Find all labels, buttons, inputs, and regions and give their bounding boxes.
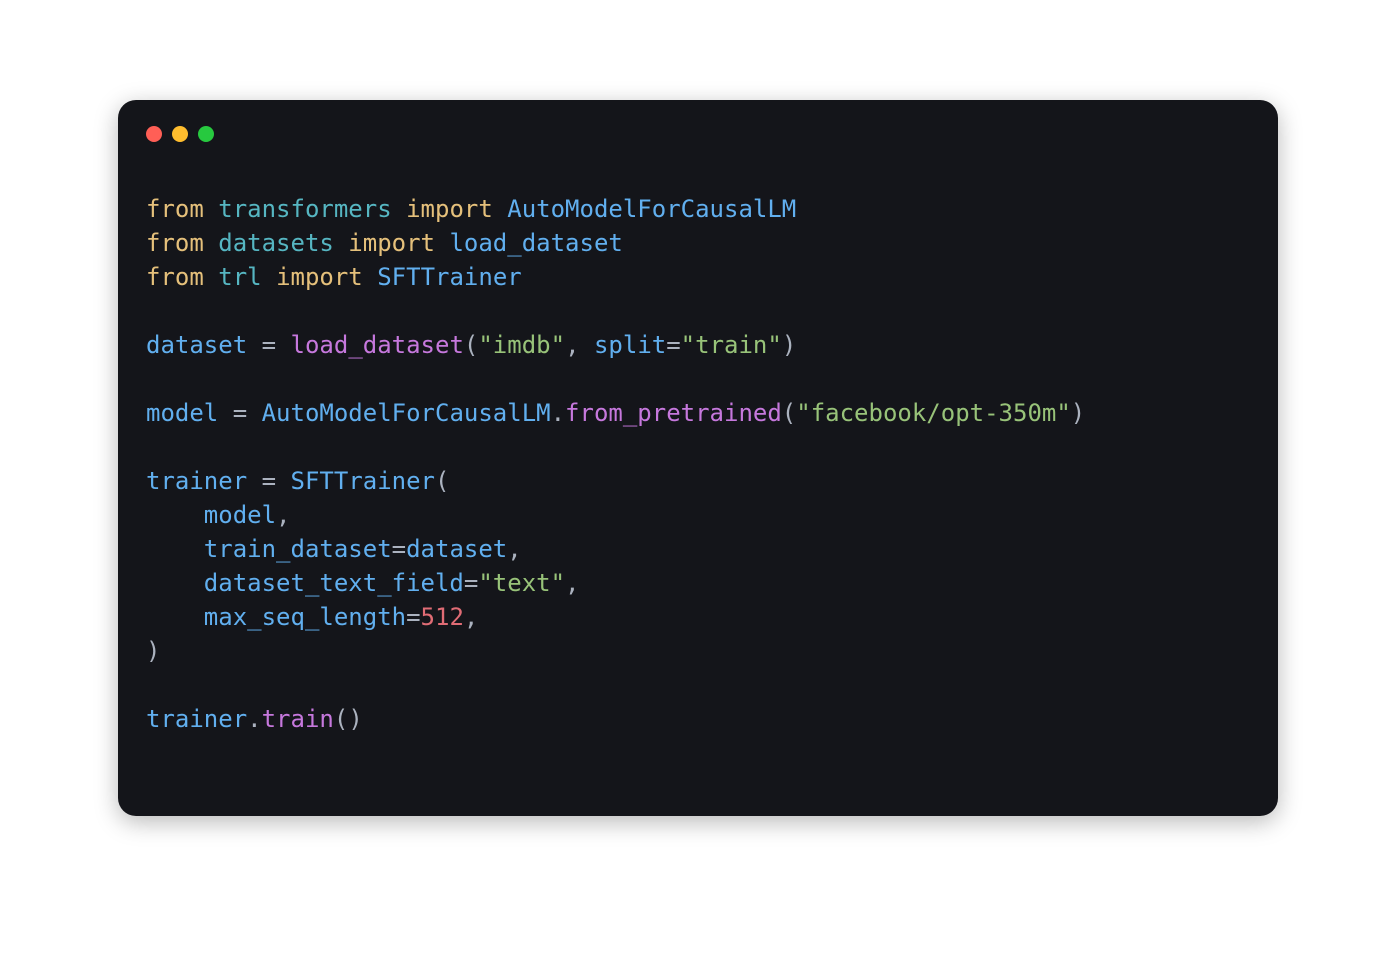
- code-window: from transformers import AutoModelForCau…: [118, 100, 1278, 816]
- cls-sfttrainer: SFTTrainer: [291, 467, 436, 495]
- call-from-pretrained: from_pretrained: [565, 399, 782, 427]
- keyword-import: import: [406, 195, 493, 223]
- keyword-from: from: [146, 229, 204, 257]
- dot: .: [247, 705, 261, 733]
- var-trainer: trainer: [146, 467, 247, 495]
- str-train: "train": [681, 331, 782, 359]
- num-512: 512: [421, 603, 464, 631]
- op-eq: =: [247, 467, 290, 495]
- module-trl: trl: [218, 263, 261, 291]
- str-text: "text": [478, 569, 565, 597]
- close-icon[interactable]: [146, 126, 162, 142]
- rparen: ): [782, 331, 796, 359]
- symbol-sfttrainer: SFTTrainer: [377, 263, 522, 291]
- dot: .: [551, 399, 565, 427]
- str-imdb: "imdb": [478, 331, 565, 359]
- arg-dataset: dataset: [406, 535, 507, 563]
- module-transformers: transformers: [218, 195, 391, 223]
- code-block: from transformers import AutoModelForCau…: [118, 150, 1278, 764]
- kwarg-split: split: [594, 331, 666, 359]
- cls-automodel: AutoModelForCausalLM: [262, 399, 551, 427]
- kwarg-train-dataset: train_dataset: [204, 535, 392, 563]
- op-eq-tight: =: [464, 569, 478, 597]
- arg-model: model: [204, 501, 276, 529]
- rparen: ): [1071, 399, 1085, 427]
- indent: [146, 569, 204, 597]
- var-dataset: dataset: [146, 331, 247, 359]
- lparen: (: [464, 331, 478, 359]
- op-eq-tight: =: [666, 331, 680, 359]
- indent: [146, 501, 204, 529]
- comma: ,: [565, 331, 579, 359]
- minimize-icon[interactable]: [172, 126, 188, 142]
- keyword-from: from: [146, 195, 204, 223]
- op-eq-tight: =: [392, 535, 406, 563]
- op-eq: =: [218, 399, 261, 427]
- comma: ,: [507, 535, 521, 563]
- lparen: (: [435, 467, 449, 495]
- comma: ,: [276, 501, 290, 529]
- page: from transformers import AutoModelForCau…: [0, 0, 1396, 968]
- symbol-load-dataset: load_dataset: [449, 229, 622, 257]
- module-datasets: datasets: [218, 229, 334, 257]
- lparen: (: [334, 705, 348, 733]
- indent: [146, 535, 204, 563]
- kwarg-max-seq-length: max_seq_length: [204, 603, 406, 631]
- rparen: ): [146, 637, 160, 665]
- str-fb-opt: "facebook/opt-350m": [796, 399, 1071, 427]
- symbol-automodel: AutoModelForCausalLM: [507, 195, 796, 223]
- zoom-icon[interactable]: [198, 126, 214, 142]
- var-model: model: [146, 399, 218, 427]
- keyword-import: import: [276, 263, 363, 291]
- kwarg-dataset-text-field: dataset_text_field: [204, 569, 464, 597]
- rparen: ): [348, 705, 362, 733]
- var-trainer: trainer: [146, 705, 247, 733]
- comma: ,: [565, 569, 579, 597]
- indent: [146, 603, 204, 631]
- call-load-dataset: load_dataset: [291, 331, 464, 359]
- lparen: (: [782, 399, 796, 427]
- call-train: train: [262, 705, 334, 733]
- op-eq: =: [247, 331, 290, 359]
- op-eq-tight: =: [406, 603, 420, 631]
- comma: ,: [464, 603, 478, 631]
- window-controls: [118, 100, 1278, 150]
- keyword-from: from: [146, 263, 204, 291]
- keyword-import: import: [348, 229, 435, 257]
